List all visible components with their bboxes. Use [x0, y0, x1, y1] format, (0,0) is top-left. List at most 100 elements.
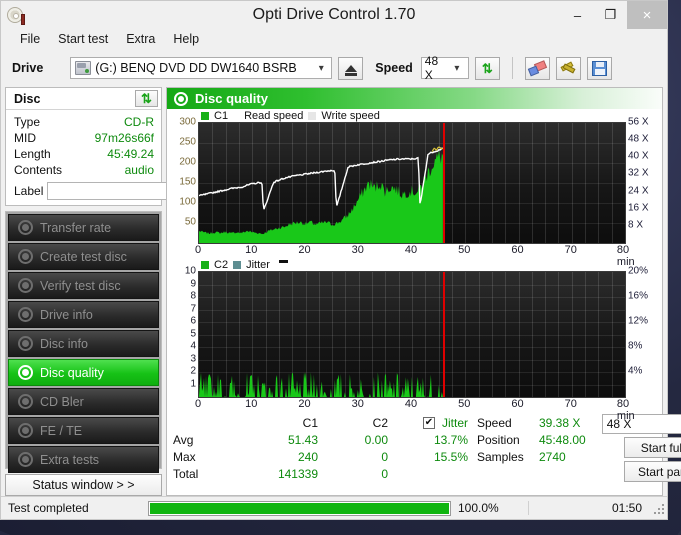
eject-button[interactable]: [338, 56, 364, 80]
disc-row-contents: Contents audio: [14, 162, 154, 178]
x-tick-label: 70: [564, 244, 577, 256]
menu-extra[interactable]: Extra: [117, 30, 164, 48]
refresh-icon: ⇅: [141, 91, 152, 106]
y-tick-label: 3: [190, 353, 196, 364]
sidebar-label: Verify test disc: [40, 278, 121, 293]
legend-label-c1: C1: [214, 109, 229, 122]
disc-row-type: Type CD-R: [14, 114, 154, 130]
stats-avg-c2: 0.00: [364, 432, 388, 447]
y-tick-label: 250: [179, 136, 196, 148]
readout-value-speed: 39.38 X: [539, 415, 581, 430]
x-tick-label: 30: [351, 398, 364, 410]
readouts: Speed 39.38 X Position 45:48.00 Samples …: [473, 414, 586, 493]
disc-value-length: 45:49.24: [107, 147, 154, 161]
y2-tick-label: 24 X: [628, 185, 649, 197]
speed-select-value: 48 X: [424, 54, 439, 82]
stats-header-c1: C1: [302, 415, 318, 430]
stats-row-avg: Avg 51.43 0.00 13.7%: [173, 431, 473, 448]
c2-plot-area[interactable]: [198, 271, 626, 398]
sidebar-item-cd-bler[interactable]: CD Bler: [8, 388, 159, 415]
sidebar-item-verify-test-disc[interactable]: Verify test disc: [8, 272, 159, 299]
speed-select[interactable]: 48 X ▾: [420, 54, 469, 82]
save-button[interactable]: [586, 56, 612, 80]
legend-label-c2: C2: [214, 258, 229, 271]
y-tick-label: 50: [184, 216, 196, 228]
jitter-checkbox[interactable]: ✔: [422, 416, 435, 429]
sidebar-item-create-test-disc[interactable]: Create test disc: [8, 243, 159, 270]
disc-value-contents: audio: [124, 163, 154, 177]
eject-icon: [344, 64, 357, 76]
y-tick-label: 10: [184, 265, 196, 277]
readout-value-samples: 2740: [539, 449, 566, 464]
y-tick-label: 7: [190, 303, 196, 314]
x-tick-label: 50: [458, 398, 471, 410]
application-window: Opti Drive Control 1.70 – ❐ × File Start…: [0, 0, 681, 520]
menu-start-test[interactable]: Start test: [49, 30, 117, 48]
series-c1: [199, 150, 443, 243]
maximize-button[interactable]: ❐: [594, 1, 627, 29]
c1-legend: C1 Read speed Write speed: [171, 109, 658, 122]
c1-plot-area[interactable]: [198, 122, 626, 244]
menu-file[interactable]: File: [11, 30, 49, 48]
c1-y2-axis: 8 X 16 X 24 X 32 X 40 X 48 X 56 X: [626, 117, 658, 244]
disc-quality-icon: [18, 365, 33, 380]
start-full-button[interactable]: Start full: [623, 437, 681, 458]
y-tick-label: 8: [190, 290, 196, 302]
drive-select[interactable]: (G:) BENQ DVD DD DW1640 BSRB ▾: [70, 57, 333, 79]
stats-total-c2: 0: [381, 466, 388, 481]
disc-refresh-button[interactable]: ⇅: [135, 90, 158, 107]
stats-avg-jitter: 13.7%: [433, 432, 468, 447]
disc-key-contents: Contents: [14, 163, 63, 177]
minimize-button[interactable]: –: [561, 1, 594, 29]
status-window-button[interactable]: Status window > >: [5, 474, 162, 496]
y2-tick-label: 32 X: [628, 167, 649, 179]
close-button[interactable]: ×: [627, 1, 667, 29]
drive-info-icon: [18, 307, 33, 322]
sidebar-item-drive-info[interactable]: Drive info: [8, 301, 159, 328]
tools-button[interactable]: [555, 56, 581, 80]
test-speed-select[interactable]: 48 X ▾: [601, 414, 681, 434]
sidebar-item-extra-tests[interactable]: Extra tests: [8, 446, 159, 473]
stats-row-max: Max 240 0 15.5%: [173, 448, 473, 465]
menu-help[interactable]: Help: [164, 30, 208, 48]
sidebar-item-disc-info[interactable]: Disc info: [8, 330, 159, 357]
readout-value-position: 45:48.00: [539, 432, 586, 447]
sidebar-label: Create test disc: [40, 249, 127, 264]
y2-tick-label: 8 X: [628, 219, 644, 231]
disc-panel-header: Disc ⇅: [6, 88, 161, 110]
disc-info-icon: [18, 336, 33, 351]
speed-label: Speed: [375, 61, 413, 75]
sidebar-label: Drive info: [40, 307, 93, 322]
refresh-button[interactable]: ⇅: [474, 56, 500, 80]
sidebar-item-fe-te[interactable]: FE / TE: [8, 417, 159, 444]
legend-label-jitter: Jitter: [246, 258, 270, 271]
resize-grip[interactable]: [652, 502, 664, 514]
stats-header-row: C1 C2 ✔ Jitter: [173, 414, 473, 431]
erase-button[interactable]: [524, 56, 550, 80]
cd-bler-icon: [18, 394, 33, 409]
sidebar-label: Extra tests: [40, 452, 100, 467]
c2-y-axis: 1 2 3 4 5 6 7 8 9 10: [171, 266, 198, 398]
progress-fill: [150, 502, 449, 514]
readout-key-position: Position: [477, 432, 520, 447]
sidebar-label: Disc info: [40, 336, 88, 351]
series-layer: [199, 146, 444, 243]
x-tick-label: 40: [404, 398, 418, 410]
left-sidebar: Disc ⇅ Type CD-R MID 97m26s66f Length 45…: [5, 87, 251, 496]
x-tick-label: 80 min: [616, 244, 635, 268]
transfer-rate-icon: [18, 220, 33, 235]
x-tick-label: 0: [194, 244, 202, 256]
y2-tick-label: 8%: [628, 340, 643, 352]
y2-tick-label: 4%: [628, 365, 643, 377]
start-part-button[interactable]: Start part: [623, 461, 681, 482]
menu-bar: File Start test Extra Help: [1, 29, 667, 49]
y-tick-label: 9: [190, 278, 196, 289]
x-tick-label: 0: [194, 398, 202, 410]
sidebar-item-transfer-rate[interactable]: Transfer rate: [8, 214, 159, 241]
erase-icon: [527, 59, 547, 76]
fe-te-icon: [18, 423, 33, 438]
x-tick-label: 70: [564, 398, 577, 410]
stats-header-jitter: Jitter: [441, 415, 468, 430]
position-cursor: [442, 123, 445, 243]
sidebar-item-disc-quality[interactable]: Disc quality: [8, 359, 159, 386]
